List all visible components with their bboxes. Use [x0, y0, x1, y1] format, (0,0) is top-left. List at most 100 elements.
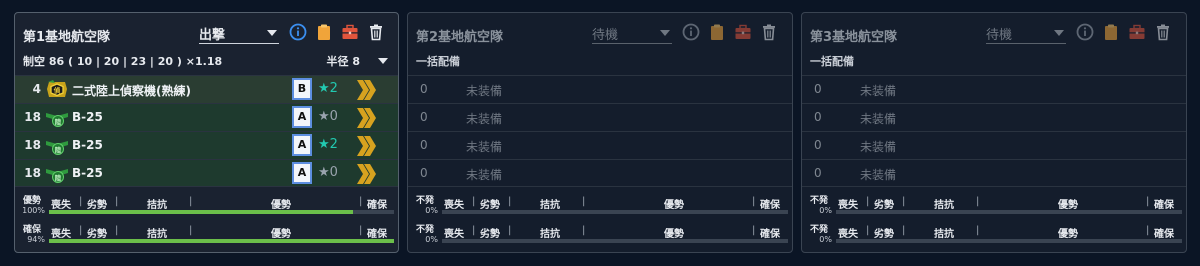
air-state-fill [49, 210, 353, 214]
chevron-down-icon [660, 30, 670, 36]
status-select[interactable]: 出撃 [199, 22, 279, 44]
slot-count: 0 [420, 110, 428, 124]
air-state-label: 不発 0% [415, 225, 438, 244]
chevron-down-icon [267, 30, 277, 36]
proficiency-badge[interactable]: A [292, 134, 312, 156]
mass-assign-label[interactable]: 一括配備 [810, 53, 854, 69]
status-select[interactable]: 待機 [986, 22, 1066, 44]
proficiency-badge[interactable]: A [292, 162, 312, 184]
mass-assign-label[interactable]: 一括配備 [416, 53, 460, 69]
slot-count: 0 [814, 110, 822, 124]
improvement-star[interactable]: ★0 [318, 109, 338, 124]
slot-row[interactable]: 0 未装備 [802, 75, 1186, 103]
panel-header: 第2基地航空隊 待機 [408, 13, 792, 57]
air-state-track [442, 239, 788, 243]
toolbox-icon[interactable] [341, 23, 359, 41]
air-base-panel-3: 第3基地航空隊 待機 一括配備 0 未装備 0 未装備 0 未装備 0 未装備 不発 0%… [801, 12, 1187, 253]
slot-list: 4 偵 二式陸上偵察機(熟練) B ★2 18 陸 B-25 A ★0 18 陸… [15, 75, 398, 187]
air-power-row: 制空 86 ( 10 | 20 | 23 | 20 ) ×1.18 半径 8 [23, 53, 390, 69]
chevron-down-icon [1054, 30, 1064, 36]
status-value: 待機 [592, 28, 619, 43]
slot-name: 未装備 [860, 140, 897, 154]
slot-row[interactable]: 4 偵 二式陸上偵察機(熟練) B ★2 [15, 75, 398, 103]
info-icon[interactable] [682, 23, 700, 41]
clipboard-icon[interactable] [315, 23, 333, 41]
slot-name: 未装備 [860, 112, 897, 126]
slot-row[interactable]: 0 未装備 [408, 103, 792, 131]
air-state-label: 不発 0% [809, 225, 832, 244]
svg-text:陸: 陸 [55, 145, 62, 154]
clipboard-icon[interactable] [708, 23, 726, 41]
air-state-track [49, 210, 394, 214]
toolbox-icon[interactable] [1128, 23, 1146, 41]
status-select[interactable]: 待機 [592, 22, 672, 44]
status-value: 待機 [986, 28, 1013, 43]
slot-row[interactable]: 0 未装備 [802, 131, 1186, 159]
slot-count: 18 [24, 138, 41, 152]
land-bomber-icon: 陸 [45, 135, 69, 157]
slot-row[interactable]: 18 陸 B-25 A ★2 [15, 131, 398, 159]
slot-name: B-25 [72, 138, 103, 152]
slot-count: 0 [814, 166, 822, 180]
svg-text:偵: 偵 [53, 86, 61, 95]
slot-name: 未装備 [860, 84, 897, 98]
slot-count: 0 [420, 138, 428, 152]
slot-row[interactable]: 0 未装備 [408, 75, 792, 103]
chevron-down-icon[interactable] [378, 58, 388, 64]
slot-count: 0 [420, 82, 428, 96]
slot-name: 二式陸上偵察機(熟練) [72, 84, 191, 98]
slot-name: 未装備 [466, 168, 503, 182]
slot-count: 0 [814, 138, 822, 152]
panel-title: 第3基地航空隊 [810, 30, 898, 45]
slot-row[interactable]: 18 陸 B-25 A ★0 [15, 159, 398, 187]
rank-chevron-icon[interactable] [355, 106, 377, 130]
rank-chevron-icon[interactable] [355, 162, 377, 186]
radius-text[interactable]: 半径 8 [327, 53, 360, 69]
air-state-scale: 喪失 | 劣勢 | 拮抗 | 優勢 | 確保 [51, 196, 387, 211]
air-state-label: 不発 0% [415, 196, 438, 215]
rank-chevron-icon[interactable] [355, 134, 377, 158]
slot-row[interactable]: 0 未装備 [802, 159, 1186, 187]
slot-row[interactable]: 18 陸 B-25 A ★0 [15, 103, 398, 131]
mass-assign-row[interactable]: 一括配備 [810, 53, 1178, 69]
info-icon[interactable] [289, 23, 307, 41]
slot-name: 未装備 [860, 168, 897, 182]
mass-assign-row[interactable]: 一括配備 [416, 53, 784, 69]
rank-chevron-icon[interactable] [355, 78, 377, 102]
trash-icon[interactable] [1154, 23, 1172, 41]
recon-icon: 偵 [45, 79, 69, 101]
slot-count: 18 [24, 166, 41, 180]
slot-count: 0 [814, 82, 822, 96]
slot-row[interactable]: 0 未装備 [408, 131, 792, 159]
panel-title: 第1基地航空隊 [23, 30, 111, 45]
trash-icon[interactable] [367, 23, 385, 41]
air-state-scale: 喪失 | 劣勢 | 拮抗 | 優勢 | 確保 [51, 225, 387, 240]
slot-count: 4 [32, 82, 41, 96]
panel-header: 第1基地航空隊 出撃 [15, 13, 398, 57]
slot-name: 未装備 [466, 140, 503, 154]
status-value: 出撃 [199, 28, 226, 43]
slot-name: 未装備 [466, 84, 503, 98]
air-base-panel-2: 第2基地航空隊 待機 一括配備 0 未装備 0 未装備 0 未装備 0 未装備 不発 0%… [407, 12, 793, 253]
improvement-star[interactable]: ★2 [318, 81, 338, 96]
air-state-scale: 喪失 | 劣勢 | 拮抗 | 優勢 | 確保 [838, 196, 1174, 211]
air-state-label: 確保 94% [22, 225, 45, 244]
air-state-scale: 喪失 | 劣勢 | 拮抗 | 優勢 | 確保 [444, 196, 780, 211]
info-icon[interactable] [1076, 23, 1094, 41]
improvement-star[interactable]: ★0 [318, 165, 338, 180]
proficiency-badge[interactable]: B [292, 78, 312, 100]
land-bomber-icon: 陸 [45, 107, 69, 129]
slot-row[interactable]: 0 未装備 [802, 103, 1186, 131]
air-state-fill [49, 239, 394, 243]
land-bomber-icon: 陸 [45, 163, 69, 185]
air-state-track [836, 210, 1182, 214]
trash-icon[interactable] [760, 23, 778, 41]
improvement-star[interactable]: ★2 [318, 137, 338, 152]
slot-name: 未装備 [466, 112, 503, 126]
toolbox-icon[interactable] [734, 23, 752, 41]
air-state-track [836, 239, 1182, 243]
clipboard-icon[interactable] [1102, 23, 1120, 41]
proficiency-badge[interactable]: A [292, 106, 312, 128]
panel-header: 第3基地航空隊 待機 [802, 13, 1186, 57]
slot-row[interactable]: 0 未装備 [408, 159, 792, 187]
